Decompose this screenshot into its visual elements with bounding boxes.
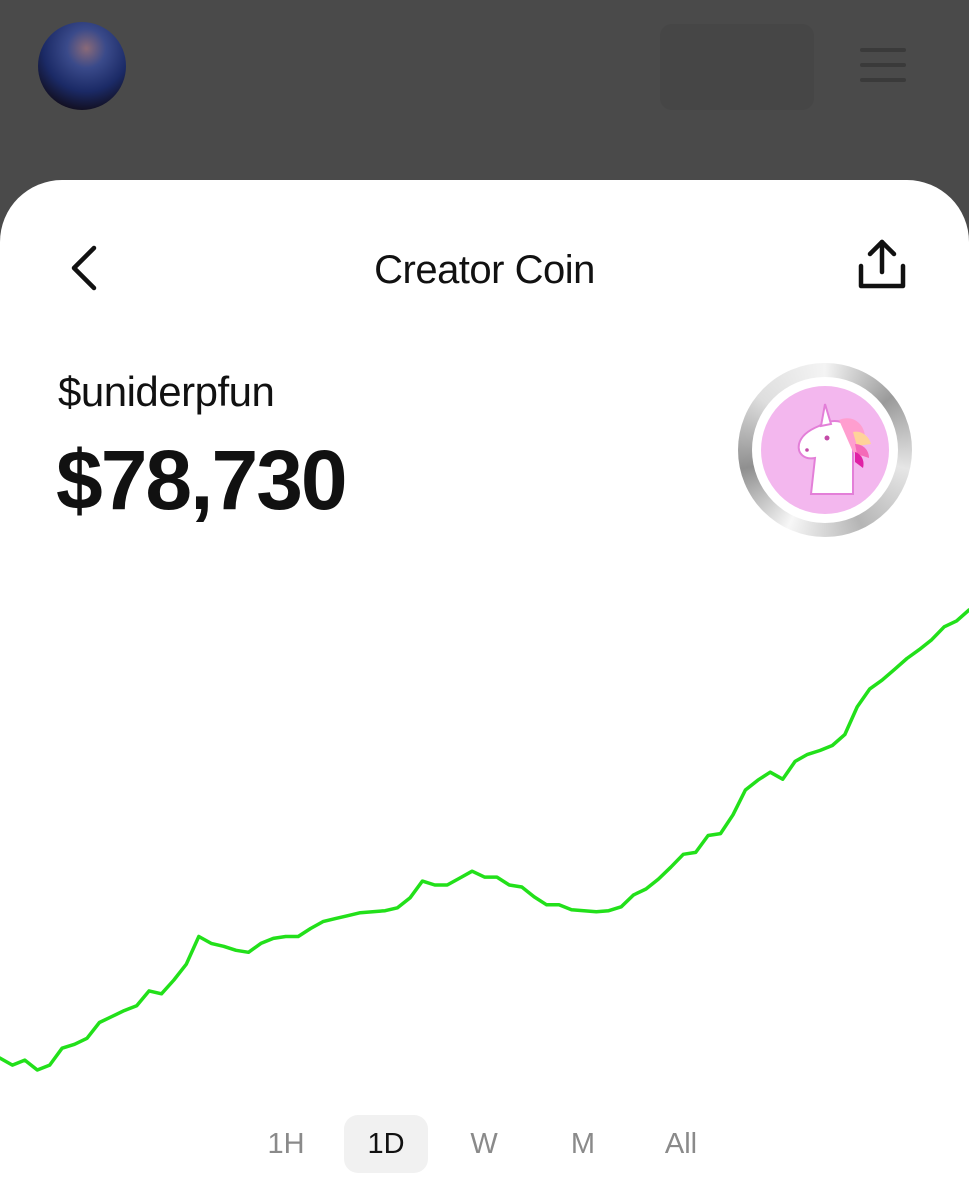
timeframe-w[interactable]: W <box>440 1115 528 1173</box>
header-action-button[interactable] <box>660 24 814 110</box>
price-line <box>0 608 969 1072</box>
price-chart[interactable] <box>0 590 969 1090</box>
share-icon <box>858 239 906 289</box>
avatar[interactable] <box>38 22 126 110</box>
menu-icon[interactable] <box>860 48 906 84</box>
coin-detail-sheet: Creator Coin $uniderpfun $78,730 1H 1D W… <box>0 180 969 1200</box>
coin-avatar[interactable] <box>738 363 912 537</box>
timeframe-all[interactable]: All <box>636 1115 726 1173</box>
page-title: Creator Coin <box>374 248 595 292</box>
timeframe-selector: 1H 1D W M All <box>0 1115 969 1175</box>
timeframe-1d[interactable]: 1D <box>344 1115 428 1173</box>
coin-ticker: $uniderpfun <box>58 368 275 415</box>
timeframe-m[interactable]: M <box>540 1115 626 1173</box>
unicorn-icon <box>761 386 889 514</box>
background-app-header <box>0 0 969 190</box>
share-button[interactable] <box>852 236 914 296</box>
coin-price: $78,730 <box>56 433 348 527</box>
coin-avatar-ring <box>752 377 898 523</box>
timeframe-1h[interactable]: 1H <box>240 1115 332 1173</box>
